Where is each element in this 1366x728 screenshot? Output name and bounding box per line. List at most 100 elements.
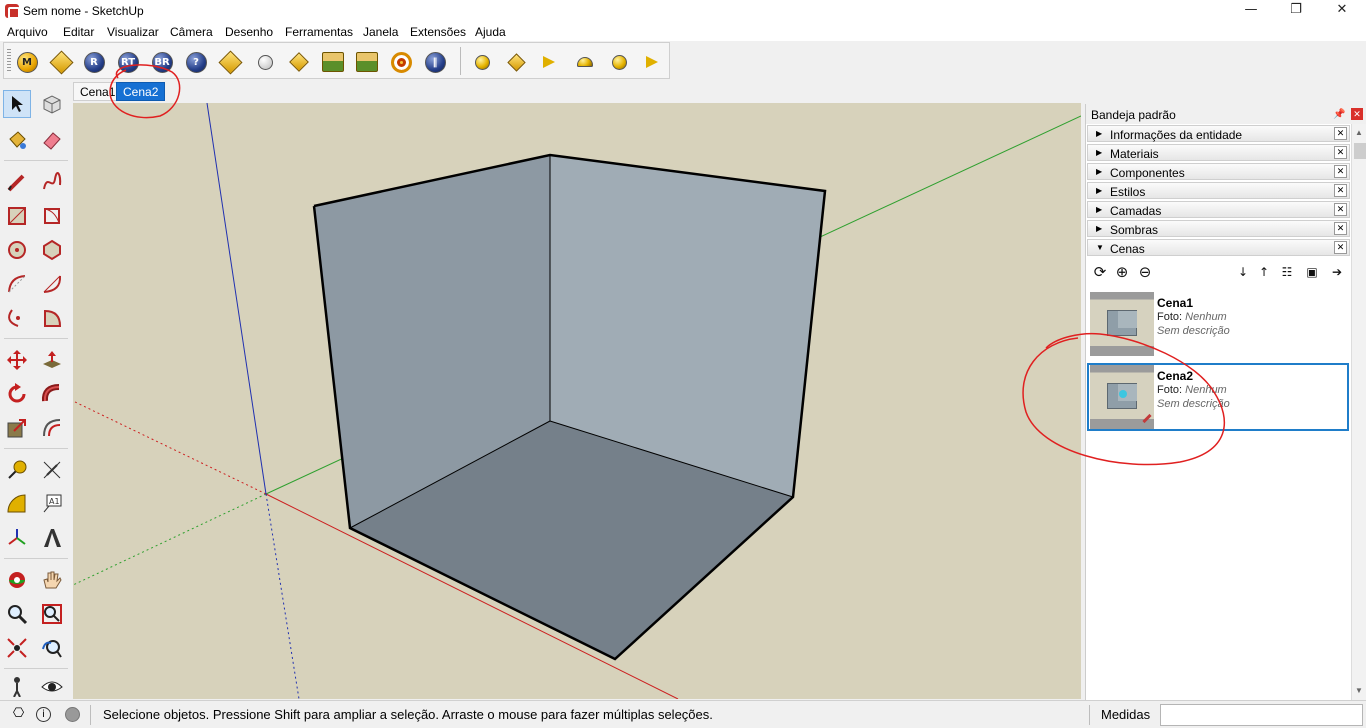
br-ball-button[interactable]: BR <box>150 50 174 74</box>
axes-tool[interactable] <box>3 524 31 552</box>
text-tool[interactable]: A1 <box>38 490 66 518</box>
dome-button[interactable] <box>573 50 597 74</box>
menu-arquivo[interactable]: Arquivo <box>7 25 48 39</box>
flag-button[interactable] <box>537 50 561 74</box>
pan-tool[interactable] <box>38 566 66 594</box>
scene-tab-cena1[interactable]: Cena1 <box>73 82 123 101</box>
info-icon[interactable]: i <box>36 707 51 722</box>
m-ball-button[interactable]: M <box>15 50 39 74</box>
user-icon[interactable] <box>65 707 80 722</box>
zoom-tool[interactable] <box>3 600 31 628</box>
toolbar-grip[interactable] <box>7 49 11 73</box>
menu-ajuda[interactable]: Ajuda <box>475 25 506 39</box>
panel-components[interactable]: ▶ Componentes ✕ <box>1087 163 1350 180</box>
zoom-window-tool[interactable] <box>38 600 66 628</box>
rectangle-tool[interactable] <box>3 202 31 230</box>
rt-ball-button[interactable]: RT <box>116 50 140 74</box>
remove-scene-icon[interactable]: ⊖ <box>1136 263 1154 281</box>
panel-shadows[interactable]: ▶ Sombras ✕ <box>1087 220 1350 237</box>
menu-janela[interactable]: Janela <box>363 25 398 39</box>
offset-tool[interactable] <box>38 414 66 442</box>
polygon-tool[interactable] <box>38 236 66 264</box>
panel-close-icon[interactable]: ✕ <box>1334 241 1347 254</box>
previous-view-tool[interactable] <box>38 634 66 662</box>
wire-sphere-button[interactable] <box>253 50 277 74</box>
panel-close-icon[interactable]: ✕ <box>1334 146 1347 159</box>
scene-item-cena1[interactable]: Cena1 Foto: Nenhum Sem descrição <box>1087 290 1349 358</box>
pie-tool[interactable] <box>38 304 66 332</box>
menu-extensoes[interactable]: Extensões <box>410 25 466 39</box>
tray-close-button[interactable]: ✕ <box>1351 108 1363 120</box>
geo-location-icon[interactable]: ⎔ <box>11 707 26 722</box>
follow-me-tool[interactable] <box>38 380 66 408</box>
three-point-arc-tool[interactable] <box>3 304 31 332</box>
orbit-tool[interactable] <box>3 566 31 594</box>
close-button[interactable]: ✕ <box>1319 0 1365 22</box>
push-pull-tool[interactable] <box>38 346 66 374</box>
target-button[interactable] <box>389 50 413 74</box>
restore-button[interactable]: ❐ <box>1273 0 1319 22</box>
panel-materials[interactable]: ▶ Materiais ✕ <box>1087 144 1350 161</box>
paint-bucket-tool[interactable] <box>3 126 31 154</box>
move-scene-up-icon[interactable]: ↑ <box>1255 263 1273 281</box>
move-scene-down-icon[interactable]: ↓ <box>1234 263 1252 281</box>
measurements-input[interactable] <box>1160 704 1363 726</box>
rotate-tool[interactable] <box>3 380 31 408</box>
r-ball-button[interactable]: R <box>82 50 106 74</box>
drawing-viewport[interactable] <box>73 103 1081 699</box>
panel-close-icon[interactable]: ✕ <box>1334 127 1347 140</box>
scale-tool[interactable] <box>3 414 31 442</box>
line-tool[interactable] <box>3 168 31 196</box>
menu-camera[interactable]: Câmera <box>170 25 213 39</box>
tag-button[interactable] <box>48 49 74 75</box>
move-tool[interactable] <box>3 346 31 374</box>
panel-scenes[interactable]: ▼ Cenas ✕ <box>1087 239 1350 256</box>
menu-desenho[interactable]: Desenho <box>225 25 273 39</box>
panel-close-icon[interactable]: ✕ <box>1334 203 1347 216</box>
freehand-tool[interactable] <box>38 168 66 196</box>
panel-close-icon[interactable]: ✕ <box>1334 184 1347 197</box>
protractor-tool[interactable] <box>3 490 31 518</box>
scene-item-cena2[interactable]: Cena2 Foto: Nenhum Sem descrição <box>1087 363 1349 431</box>
eraser-tool[interactable] <box>38 126 66 154</box>
scroll-up-icon[interactable]: ▲ <box>1355 128 1363 137</box>
help-ball-button[interactable]: ? <box>184 50 208 74</box>
walk-tool[interactable] <box>3 672 31 700</box>
scene-tab-cena2[interactable]: Cena2 <box>116 82 166 101</box>
panel-layers[interactable]: ▶ Camadas ✕ <box>1087 201 1350 218</box>
sphere-button[interactable] <box>470 50 494 74</box>
show-details-icon[interactable]: ▣ <box>1303 263 1321 281</box>
add-scene-icon[interactable]: ⊕ <box>1113 263 1131 281</box>
minimize-button[interactable]: — <box>1228 0 1274 22</box>
panel-close-icon[interactable]: ✕ <box>1334 222 1347 235</box>
make-component-tool[interactable] <box>38 90 66 118</box>
tape-measure-tool[interactable] <box>3 456 31 484</box>
dimension-tool[interactable] <box>38 456 66 484</box>
panel-close-icon[interactable]: ✕ <box>1334 165 1347 178</box>
tag-edit-button[interactable] <box>217 49 243 75</box>
rotated-rectangle-tool[interactable] <box>38 202 66 230</box>
pause-button[interactable]: ‖ <box>423 50 447 74</box>
tray-scrollbar[interactable]: ▲ ▼ <box>1351 124 1366 700</box>
zoom-extents-tool[interactable] <box>3 634 31 662</box>
3d-text-tool[interactable] <box>38 524 66 552</box>
intersect-button[interactable] <box>287 50 311 74</box>
look-around-tool[interactable] <box>38 672 66 700</box>
arc-tool[interactable] <box>3 270 31 298</box>
sphere2-button[interactable] <box>607 50 631 74</box>
landscape-edit-button[interactable] <box>355 50 379 74</box>
panel-styles[interactable]: ▶ Estilos ✕ <box>1087 182 1350 199</box>
tray-menu-icon[interactable]: ➔ <box>1328 263 1346 281</box>
flag-sun-button[interactable] <box>640 50 664 74</box>
view-options-icon[interactable]: ☷ <box>1278 263 1296 281</box>
landscape-button[interactable] <box>321 50 345 74</box>
menu-editar[interactable]: Editar <box>63 25 94 39</box>
sun-plane-button[interactable] <box>504 50 528 74</box>
scroll-down-icon[interactable]: ▼ <box>1355 686 1363 695</box>
circle-tool[interactable] <box>3 236 31 264</box>
scroll-thumb[interactable] <box>1354 143 1366 159</box>
update-scene-icon[interactable]: ⟳ <box>1091 263 1109 281</box>
panel-entity-info[interactable]: ▶ Informações da entidade ✕ <box>1087 125 1350 142</box>
menu-visualizar[interactable]: Visualizar <box>107 25 159 39</box>
pin-icon[interactable]: 📌 <box>1333 109 1345 120</box>
